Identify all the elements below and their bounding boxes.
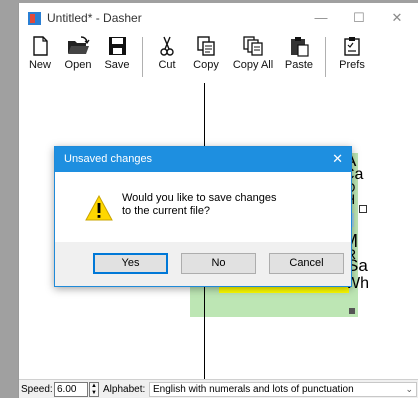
close-button[interactable]: ✕	[385, 9, 409, 27]
maximize-button[interactable]: ☐	[347, 9, 371, 27]
chevron-down-icon: ⌄	[405, 384, 413, 394]
cut-label: Cut	[158, 59, 176, 71]
paste-clipboard-icon	[291, 37, 309, 57]
preferences-icon	[344, 37, 360, 56]
new-button[interactable]: New	[25, 35, 55, 81]
status-bar: Speed: 6.00 ▲ ▼ Alphabet: English with n…	[19, 379, 418, 398]
dialog-button-row: Yes No Cancel	[55, 242, 351, 286]
copy-label: Copy	[193, 59, 219, 71]
save-label: Save	[104, 59, 130, 71]
copy-all-icon	[243, 36, 263, 56]
yes-button[interactable]: Yes	[93, 253, 168, 274]
prefs-button[interactable]: Prefs	[335, 35, 369, 81]
warning-icon	[85, 195, 113, 221]
paste-button[interactable]: Paste	[281, 35, 317, 81]
dialog-message-line1: Would you like to save changes	[122, 192, 277, 204]
new-label: New	[28, 59, 51, 71]
dasher-square-marker	[359, 205, 367, 213]
dasher-window: Untitled* - Dasher — ☐ ✕ New Open Save C…	[18, 3, 418, 398]
paste-label: Paste	[284, 59, 314, 71]
cut-button[interactable]: Cut	[152, 35, 182, 81]
copy-all-label: Copy All	[232, 59, 274, 71]
spin-down-icon[interactable]: ▼	[90, 390, 98, 397]
open-label: Open	[64, 59, 92, 71]
speed-spinner[interactable]: ▲ ▼	[89, 382, 99, 397]
open-button[interactable]: Open	[61, 35, 95, 81]
spin-up-icon[interactable]: ▲	[90, 383, 98, 390]
speed-label: Speed:	[21, 384, 53, 395]
no-button[interactable]: No	[181, 253, 256, 274]
title-bar: Untitled* - Dasher — ☐ ✕	[19, 3, 418, 33]
toolbar: New Open Save Cut Copy Copy All Paste Pr…	[19, 33, 418, 83]
scissors-icon	[160, 36, 174, 56]
copy-all-button[interactable]: Copy All	[230, 35, 276, 81]
dasher-square-marker	[349, 308, 355, 314]
copy-button[interactable]: Copy	[188, 35, 224, 81]
dialog-close-button[interactable]: ✕	[332, 151, 343, 167]
alphabet-value: English with numerals and lots of punctu…	[153, 384, 354, 395]
open-folder-icon	[68, 36, 90, 54]
copy-icon	[197, 36, 215, 56]
alphabet-select[interactable]: English with numerals and lots of punctu…	[149, 382, 417, 397]
prefs-label: Prefs	[339, 59, 365, 71]
cancel-button[interactable]: Cancel	[269, 253, 344, 274]
dialog-title: Unsaved changes	[64, 153, 153, 165]
window-title: Untitled* - Dasher	[47, 11, 142, 25]
save-button[interactable]: Save	[101, 35, 133, 81]
new-file-icon	[33, 36, 48, 56]
unsaved-changes-dialog: Unsaved changes ✕ Would you like to save…	[54, 146, 352, 287]
toolbar-separator	[142, 37, 143, 77]
dasher-app-icon	[28, 12, 41, 25]
toolbar-separator	[325, 37, 326, 77]
alphabet-label: Alphabet:	[103, 384, 146, 395]
dialog-message: Would you like to save changes to the cu…	[122, 192, 277, 218]
speed-input[interactable]: 6.00	[54, 382, 88, 397]
floppy-disk-icon	[109, 37, 126, 55]
dialog-message-line2: to the current file?	[122, 205, 211, 217]
dialog-title-bar: Unsaved changes ✕	[55, 147, 351, 172]
minimize-button[interactable]: —	[309, 9, 333, 27]
